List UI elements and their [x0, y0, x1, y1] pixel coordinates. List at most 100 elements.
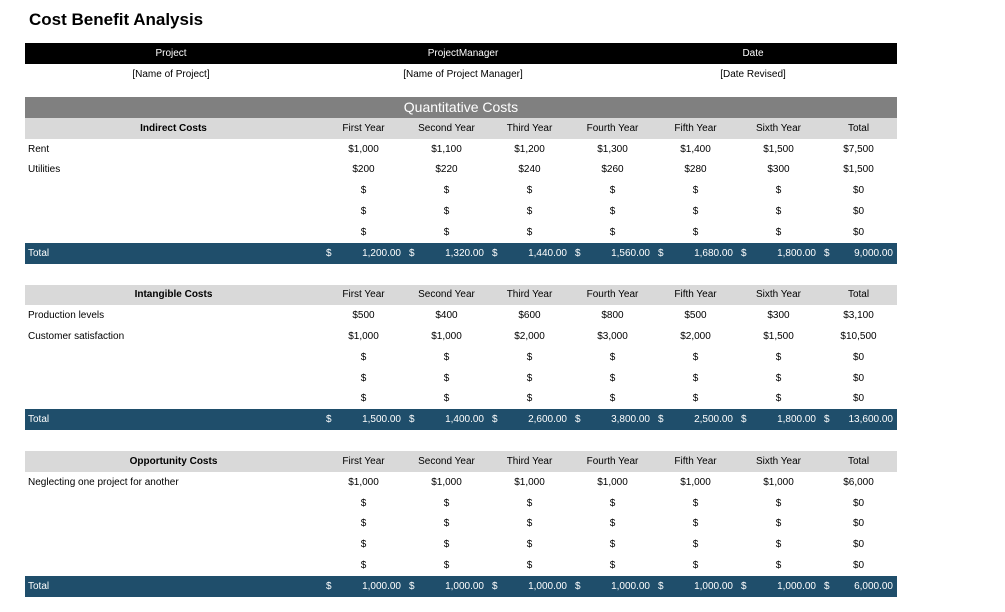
value-cell[interactable]: $ [322, 227, 405, 238]
value-cell[interactable]: $ [737, 206, 820, 217]
value-cell[interactable]: $ [737, 539, 820, 550]
project-manager-cell[interactable]: [Name of Project Manager] [317, 69, 609, 80]
value-cell[interactable]: $ [488, 518, 571, 529]
value-cell[interactable]: $ [654, 185, 737, 196]
value-cell[interactable]: $ [654, 498, 737, 509]
value-cell[interactable]: $1,100 [405, 144, 488, 155]
value-cell[interactable]: $ [571, 539, 654, 550]
value-cell[interactable]: $ [654, 560, 737, 571]
value-cell[interactable]: $ [488, 206, 571, 217]
row-total-cell[interactable]: $0 [820, 518, 897, 529]
row-label-cell[interactable]: Production levels [25, 310, 322, 321]
value-cell[interactable]: $ [571, 393, 654, 404]
value-cell[interactable]: $ [405, 227, 488, 238]
value-cell[interactable]: $1,400 [654, 144, 737, 155]
value-cell[interactable]: $500 [322, 310, 405, 321]
value-cell[interactable]: $ [737, 185, 820, 196]
value-cell[interactable]: $ [405, 518, 488, 529]
value-cell[interactable]: $ [322, 185, 405, 196]
value-cell[interactable]: $1,000 [405, 331, 488, 342]
value-cell[interactable]: $400 [405, 310, 488, 321]
value-cell[interactable]: $ [322, 518, 405, 529]
row-label-cell[interactable]: Customer satisfaction [25, 331, 322, 342]
value-cell[interactable]: $3,000 [571, 331, 654, 342]
value-cell[interactable]: $ [654, 227, 737, 238]
value-cell[interactable]: $ [322, 373, 405, 384]
value-cell[interactable]: $ [571, 227, 654, 238]
value-cell[interactable]: $ [488, 393, 571, 404]
value-cell[interactable]: $1,500 [737, 144, 820, 155]
value-cell[interactable]: $ [654, 518, 737, 529]
value-cell[interactable]: $ [571, 206, 654, 217]
row-total-cell[interactable]: $6,000 [820, 477, 897, 488]
value-cell[interactable]: $ [322, 560, 405, 571]
value-cell[interactable]: $1,000 [322, 477, 405, 488]
value-cell[interactable]: $1,000 [571, 477, 654, 488]
value-cell[interactable]: $ [737, 518, 820, 529]
row-total-cell[interactable]: $0 [820, 373, 897, 384]
value-cell[interactable]: $600 [488, 310, 571, 321]
value-cell[interactable]: $ [488, 185, 571, 196]
value-cell[interactable]: $ [405, 206, 488, 217]
value-cell[interactable]: $ [737, 560, 820, 571]
value-cell[interactable]: $ [737, 352, 820, 363]
value-cell[interactable]: $800 [571, 310, 654, 321]
row-label-cell[interactable]: Neglecting one project for another [25, 477, 322, 488]
value-cell[interactable]: $ [322, 393, 405, 404]
value-cell[interactable]: $ [322, 352, 405, 363]
row-total-cell[interactable]: $0 [820, 352, 897, 363]
row-total-cell[interactable]: $0 [820, 498, 897, 509]
value-cell[interactable]: $ [737, 373, 820, 384]
row-total-cell[interactable]: $3,100 [820, 310, 897, 321]
row-total-cell[interactable]: $0 [820, 393, 897, 404]
value-cell[interactable]: $ [488, 373, 571, 384]
value-cell[interactable]: $ [654, 206, 737, 217]
row-total-cell[interactable]: $0 [820, 185, 897, 196]
value-cell[interactable]: $ [405, 373, 488, 384]
value-cell[interactable]: $ [322, 539, 405, 550]
value-cell[interactable]: $ [654, 352, 737, 363]
value-cell[interactable]: $ [654, 393, 737, 404]
value-cell[interactable]: $500 [654, 310, 737, 321]
value-cell[interactable]: $ [571, 560, 654, 571]
value-cell[interactable]: $1,000 [737, 477, 820, 488]
value-cell[interactable]: $ [488, 560, 571, 571]
value-cell[interactable]: $ [654, 373, 737, 384]
row-total-cell[interactable]: $0 [820, 206, 897, 217]
value-cell[interactable]: $1,300 [571, 144, 654, 155]
value-cell[interactable]: $ [405, 185, 488, 196]
value-cell[interactable]: $ [405, 393, 488, 404]
value-cell[interactable]: $ [488, 539, 571, 550]
row-total-cell[interactable]: $0 [820, 539, 897, 550]
value-cell[interactable]: $1,000 [322, 144, 405, 155]
value-cell[interactable]: $2,000 [654, 331, 737, 342]
value-cell[interactable]: $ [571, 352, 654, 363]
value-cell[interactable]: $1,000 [405, 477, 488, 488]
value-cell[interactable]: $300 [737, 164, 820, 175]
row-label-cell[interactable]: Rent [25, 144, 322, 155]
value-cell[interactable]: $ [571, 518, 654, 529]
value-cell[interactable]: $1,000 [322, 331, 405, 342]
value-cell[interactable]: $ [405, 498, 488, 509]
row-total-cell[interactable]: $1,500 [820, 164, 897, 175]
value-cell[interactable]: $1,500 [737, 331, 820, 342]
value-cell[interactable]: $ [737, 498, 820, 509]
value-cell[interactable]: $ [737, 393, 820, 404]
value-cell[interactable]: $280 [654, 164, 737, 175]
value-cell[interactable]: $260 [571, 164, 654, 175]
row-total-cell[interactable]: $0 [820, 560, 897, 571]
project-name-cell[interactable]: [Name of Project] [25, 69, 317, 80]
value-cell[interactable]: $ [571, 373, 654, 384]
value-cell[interactable]: $240 [488, 164, 571, 175]
value-cell[interactable]: $ [405, 352, 488, 363]
row-total-cell[interactable]: $7,500 [820, 144, 897, 155]
value-cell[interactable]: $ [488, 498, 571, 509]
value-cell[interactable]: $ [322, 498, 405, 509]
value-cell[interactable]: $1,200 [488, 144, 571, 155]
value-cell[interactable]: $ [488, 227, 571, 238]
value-cell[interactable]: $ [571, 498, 654, 509]
value-cell[interactable]: $300 [737, 310, 820, 321]
row-label-cell[interactable]: Utilities [25, 164, 322, 175]
row-total-cell[interactable]: $10,500 [820, 331, 897, 342]
value-cell[interactable]: $ [405, 560, 488, 571]
